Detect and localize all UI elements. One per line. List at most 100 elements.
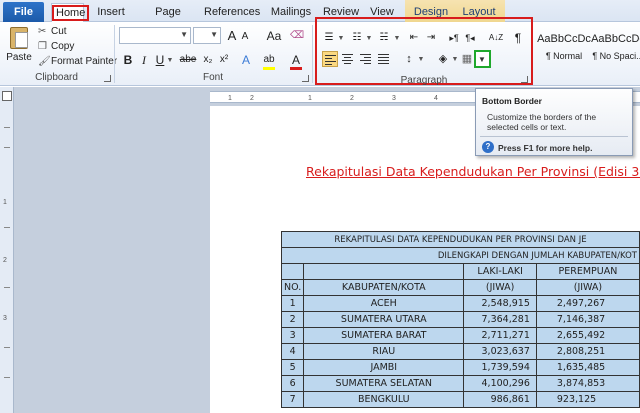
bullets-icon[interactable]: ☰ [322,29,336,47]
header-female-2: (JIWA) [535,279,640,296]
cell-no: 1 [281,295,305,312]
text-effects-button[interactable]: A [240,51,252,69]
grow-font-button[interactable]: A [226,27,238,45]
table-row[interactable]: 3 SUMATERA BARAT 2,711,271 2,655,492 [281,327,640,344]
format-painter-label: Format Painter [51,56,118,67]
table-row[interactable]: 7 BENGKULU 986,861 923,125 [281,391,640,408]
tab-insert[interactable]: Insert [92,3,130,22]
sort-button[interactable]: A↓Z [486,29,506,47]
style-normal[interactable]: AaBbCcDc ¶ Normal [536,25,592,69]
cell-female: 2,808,251 [535,343,640,360]
borders-dropdown-button[interactable]: ▼ [474,50,491,68]
paste-button[interactable]: Paste [5,25,33,69]
clipboard-icon [10,27,28,49]
tab-selector-icon[interactable] [2,91,12,101]
multilevel-list-icon[interactable]: ☵ [377,29,391,47]
justify-button[interactable] [376,51,392,67]
style-sample: AaBbCcDc [537,33,591,45]
numbering-dropdown[interactable]: ▼ [365,29,373,47]
clipboard-dialog-launcher[interactable] [104,75,111,82]
highlight-color-swatch [263,67,275,70]
tab-references[interactable]: References [204,3,260,22]
font-size-combo[interactable]: ▼ [193,27,221,44]
numbering-icon[interactable]: ☷ [350,29,364,47]
table-row[interactable]: 6 SUMATERA SELATAN 4,100,296 3,874,853 [281,375,640,392]
font-color-swatch [290,67,302,70]
cell-no: 7 [281,391,305,408]
clipboard-group-label: Clipboard [35,72,78,83]
style-no-spacing[interactable]: AaBbCcDc ¶ No Spaci... [590,25,640,69]
line-spacing-dropdown[interactable]: ▼ [417,50,425,68]
table-row[interactable]: 5 JAMBI 1,739,594 1,635,485 [281,359,640,376]
ruler-tick [4,377,10,378]
table-row[interactable]: 4 RIAU 3,023,637 2,808,251 [281,343,640,360]
multilevel-dropdown[interactable]: ▼ [393,29,401,47]
borders-icon[interactable]: ▦ [460,50,474,68]
tab-mailings[interactable]: Mailings [268,3,314,22]
copy-button[interactable]: ❐ Copy [38,40,74,54]
align-left-icon [325,55,336,67]
align-center-button[interactable] [340,51,356,67]
cell-region: SUMATERA BARAT [303,327,465,344]
bold-button[interactable]: B [122,51,134,69]
header-region: KABUPATEN/KOTA [303,279,465,296]
decrease-indent-icon[interactable]: ⇤ [407,29,421,47]
font-dialog-launcher[interactable] [302,75,309,82]
italic-button[interactable]: I [139,51,149,69]
tab-home[interactable]: Home [51,3,90,22]
rtl-text-icon[interactable]: ¶◂ [463,29,477,47]
font-name-combo[interactable]: ▼ [119,27,191,44]
vertical-ruler[interactable]: 1 2 3 [0,87,14,413]
cell-region: SUMATERA UTARA [303,311,465,328]
ruler-mark: 3 [3,315,7,322]
tooltip-title: Bottom Border [482,96,542,106]
cell-male: 2,711,271 [463,327,537,344]
ltr-text-icon[interactable]: ▸¶ [447,29,461,47]
tooltip-help-text: Press F1 for more help. [498,143,593,153]
bullets-dropdown[interactable]: ▼ [337,29,345,47]
align-right-button[interactable] [358,51,374,67]
cut-label: Cut [51,26,67,37]
shading-icon[interactable]: ◈ [436,50,450,68]
format-painter-button[interactable]: 🖌Format Painter [38,55,117,69]
line-spacing-icon[interactable]: ↕ [402,50,416,68]
table-row[interactable]: 2 SUMATERA UTARA 7,364,281 7,146,387 [281,311,640,328]
underline-button[interactable]: U [154,51,166,69]
data-table-container: REKAPITULASI DATA KEPENDUDUKAN PER PROVI… [281,231,640,413]
underline-dropdown[interactable]: ▼ [166,51,174,69]
tab-page-layout[interactable]: Page Layout [138,3,198,36]
ruler-mark: 2 [3,257,7,264]
tooltip-description: Customize the borders of the selected ce… [487,112,597,132]
cell-no: 3 [281,327,305,344]
cell-region: BENGKULU [303,391,465,408]
subscript-button[interactable]: x₂ [201,51,215,69]
table-row[interactable]: 1 ACEH 2,548,915 2,497,267 [281,295,640,312]
chevron-down-icon: ▼ [166,56,174,64]
style-sample: AaBbCcDc [591,33,640,45]
brush-icon: 🖌 [38,56,51,67]
style-name: ¶ Normal [545,51,583,61]
font-group-label: Font [202,72,223,83]
chevron-down-icon: ▼ [180,30,188,39]
copy-icon: ❐ [38,41,47,52]
cell-male: 3,023,637 [463,343,537,360]
paragraph-dialog-launcher[interactable] [521,76,528,83]
cell-region: SUMATERA SELATAN [303,375,465,392]
shrink-font-button[interactable]: A [240,28,250,46]
tab-file[interactable]: File [3,2,44,22]
population-table[interactable]: REKAPITULASI DATA KEPENDUDUKAN PER PROVI… [281,231,640,408]
chevron-down-icon: ▼ [417,55,425,63]
strikethrough-button[interactable]: abe [178,51,198,69]
scissors-icon: ✂ [38,26,47,37]
change-case-button[interactable]: Aa [265,27,283,45]
justify-icon [378,54,389,66]
shading-dropdown[interactable]: ▼ [451,50,459,68]
cell-male: 986,861 [463,391,537,408]
increase-indent-icon[interactable]: ⇥ [424,29,438,47]
superscript-button[interactable]: x² [217,51,231,69]
align-left-button[interactable] [322,51,338,67]
clear-formatting-icon[interactable]: ⌫ [290,27,304,45]
cut-button[interactable]: ✂ Cut [38,25,67,39]
show-formatting-button[interactable]: ¶ [512,29,524,47]
cell-no: 6 [281,375,305,392]
